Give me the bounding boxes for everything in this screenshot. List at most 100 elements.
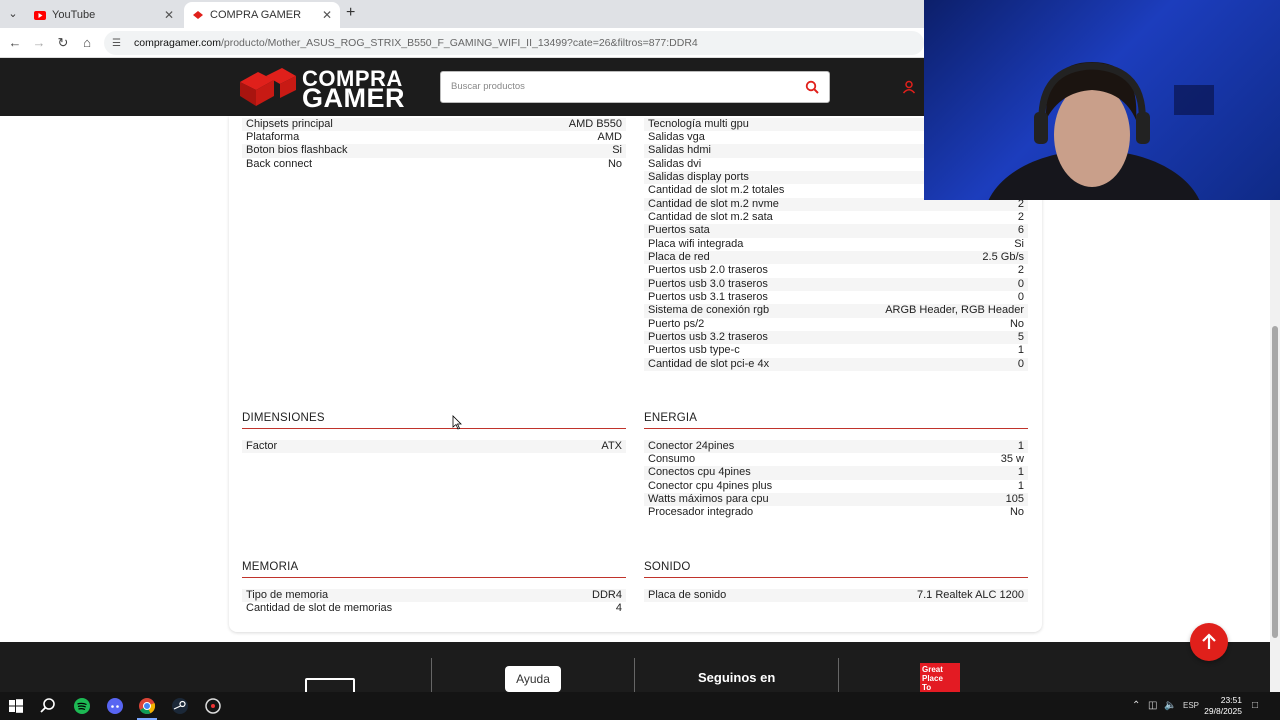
spec-value: 1 [1017,466,1024,479]
spec-label: Puertos usb type-c [648,344,740,357]
new-tab-plus-icon[interactable]: + [346,4,355,22]
system-clock[interactable]: 23:51 29/8/2025 [1198,695,1242,717]
spec-value: 6 [1017,224,1024,237]
spec-row: Puertos usb 3.0 traseros 0 [644,277,1028,291]
spec-value: ATX [601,439,622,452]
language-indicator[interactable]: ESP [1183,701,1199,710]
discord-icon[interactable] [105,696,125,716]
spec-label: Conectos cpu 4pines [648,466,751,479]
sonido-specs-list: Placa de sonido 7.1 Realtek ALC 1200 [644,588,1028,602]
reload-icon[interactable]: ↻ [55,35,71,51]
volume-icon[interactable]: 🔈 [1164,700,1176,711]
spec-row: Conector cpu 4pines plus 1 [644,480,1028,493]
address-bar[interactable]: ☰ compragamer.com/producto/Mother_ASUS_R… [104,31,924,55]
user-account-icon[interactable] [902,80,916,94]
app-circle-icon[interactable] [203,696,223,716]
spec-value: 0 [1017,290,1024,303]
spec-row: Sistema de conexión rgb ARGB Header, RGB … [644,304,1028,318]
spec-label: Placa de red [648,250,710,263]
tab-search-chevron-icon[interactable]: ⌄ [4,5,22,23]
spec-label: Sistema de conexión rgb [648,304,770,317]
spec-value: 2.5 Gb/s [982,250,1024,263]
youtube-icon [34,9,46,21]
spec-row: Cantidad de slot m.2 sata 2 [644,211,1028,224]
spec-label: Placa de sonido [648,588,727,601]
spec-value: 1 [1017,344,1024,357]
spec-label: Puertos usb 2.0 traseros [648,264,768,277]
gptw-line: To [922,683,932,692]
tab-compra-gamer[interactable]: COMPRA GAMER ✕ [184,2,340,28]
spec-row: Procesador integrado No [644,506,1028,519]
close-tab-icon[interactable]: ✕ [322,8,332,22]
chrome-icon[interactable] [137,696,157,716]
spec-value: 0 [1017,277,1024,290]
spec-row: Cantidad de slot pci-e 4x 0 [644,357,1028,372]
spec-label: Cantidad de slot m.2 sata [648,210,773,223]
network-icon[interactable]: ◫ [1148,700,1157,711]
home-icon[interactable]: ⌂ [79,35,95,51]
back-to-top-button[interactable] [1190,623,1228,661]
spec-label: Cantidad de slot m.2 totales [648,184,785,197]
close-tab-icon[interactable]: ✕ [164,8,174,22]
search-taskbar-icon[interactable] [38,696,58,716]
spec-row: Watts máximos para cpu 105 [644,492,1028,507]
steam-icon[interactable] [170,696,190,716]
section-divider [242,428,626,429]
spec-value: No [607,157,622,170]
spec-value: Si [1014,237,1024,250]
spec-label: Placa wifi integrada [648,237,744,250]
tab-title: YouTube [52,9,96,21]
energia-specs-list: Conector 24pines 1 Consumo 35 w Conectos cpu… [644,439,1028,520]
footer-divider [431,658,432,692]
spec-label: Puerto ps/2 [648,317,705,330]
compra-gamer-logo[interactable]: COMPRA GAMER [238,66,422,112]
forward-arrow-icon[interactable]: → [31,35,47,51]
url-path: /producto/Mother_ASUS_ROG_STRIX_B550_F_G… [220,37,698,49]
search-icon[interactable] [805,80,819,94]
section-title-memoria: MEMORIA [242,561,299,573]
spec-label: Plataforma [246,130,300,143]
spec-row: Placa de sonido 7.1 Realtek ALC 1200 [644,588,1028,602]
spec-row: Conectos cpu 4pines 1 [644,466,1028,480]
spec-value: 4 [615,601,622,614]
clock-time: 23:51 [1220,695,1242,705]
spec-label: Boton bios flashback [246,144,348,157]
tab-youtube[interactable]: YouTube ✕ [26,2,182,28]
footer-divider [838,658,839,692]
spec-row: Boton bios flashback Si [242,144,626,158]
compra-gamer-favicon-icon [192,9,204,21]
arrow-up-icon [1202,633,1216,649]
show-hidden-icons-chevron-icon[interactable]: ⌃ [1132,700,1140,711]
spec-label: Tecnología multi gpu [648,117,749,130]
windows-start-icon[interactable] [6,696,26,716]
spec-row: Consumo 35 w [644,453,1028,466]
search-input[interactable]: Buscar productos [440,71,830,103]
spotify-icon[interactable] [72,696,92,716]
page-scrollbar[interactable] [1270,116,1280,692]
spec-value: 7.1 Realtek ALC 1200 [916,588,1024,601]
spec-label: Conector cpu 4pines plus [648,479,773,492]
spec-value: 35 w [1000,452,1024,465]
spec-row: Placa wifi integrada Si [644,238,1028,251]
site-info-icon[interactable]: ☰ [112,38,126,49]
spec-row: Puertos usb 3.2 traseros 5 [644,331,1028,345]
spec-value: AMD B550 [568,117,622,130]
help-button[interactable]: Ayuda [505,666,561,692]
spec-row: Factor ATX [242,439,626,453]
spec-label: Tipo de memoria [246,588,329,601]
great-place-to-work-badge: Great Place To [920,663,960,692]
scrollbar-thumb[interactable] [1272,326,1278,638]
back-arrow-icon[interactable]: ← [7,35,23,51]
spec-label: Cantidad de slot de memorias [246,601,393,614]
spec-row: Puertos usb type-c 1 [644,344,1028,357]
spec-label: Puertos sata [648,224,710,237]
logo-cube-icon [240,68,296,106]
spec-value: 5 [1017,331,1024,343]
dimensiones-specs-list: Factor ATX [242,439,626,453]
gptw-line: Great [922,665,943,674]
spec-row: Puertos usb 2.0 traseros 2 [644,264,1028,277]
notifications-icon[interactable]: □ [1252,700,1258,711]
section-divider [644,577,1028,578]
spec-label: Salidas dvi [648,157,702,170]
spec-label: Conector 24pines [648,439,735,452]
